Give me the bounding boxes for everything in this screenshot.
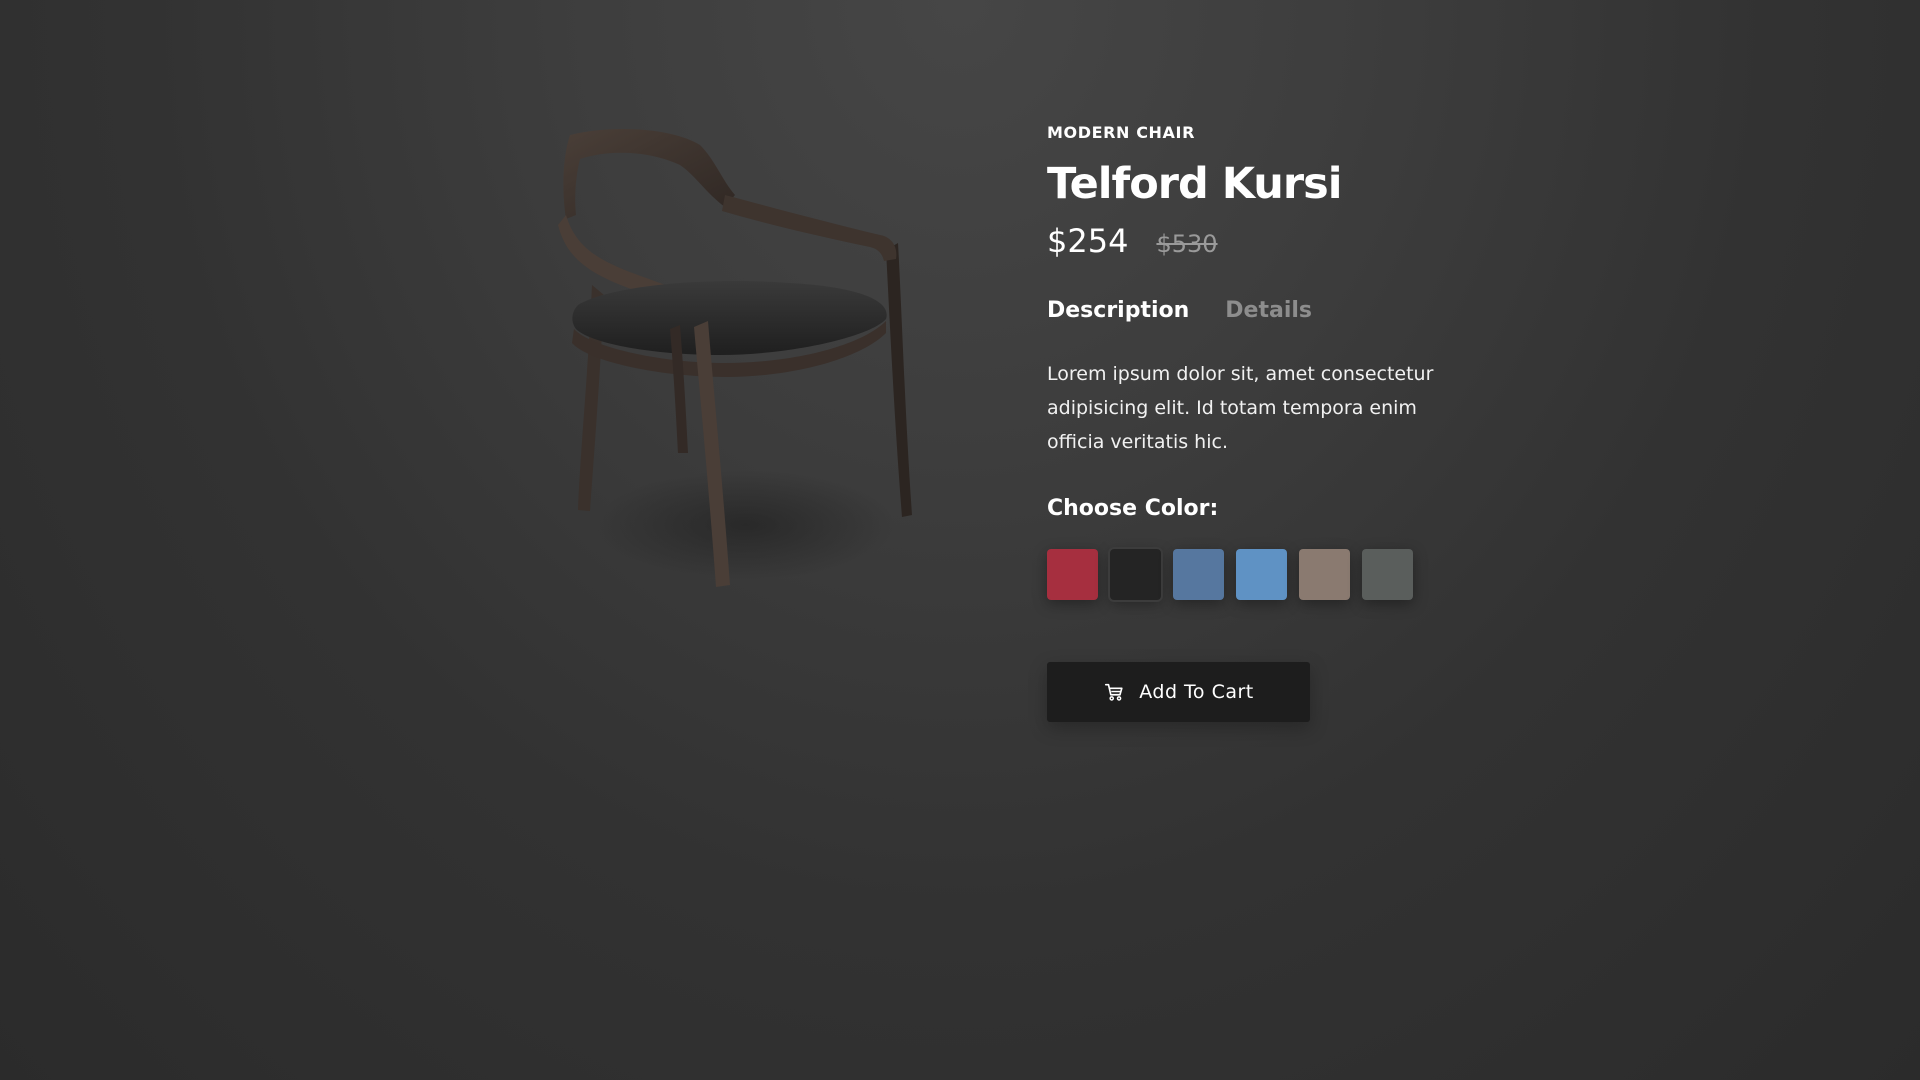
color-swatch-beige[interactable] bbox=[1299, 549, 1350, 600]
product-tabs: Description Details bbox=[1047, 297, 1487, 325]
add-to-cart-label: Add To Cart bbox=[1139, 681, 1254, 703]
product-description: Lorem ipsum dolor sit, amet consectetur … bbox=[1047, 363, 1434, 453]
product-category: MODERN CHAIR bbox=[1047, 123, 1196, 142]
chair-illustration bbox=[558, 129, 912, 587]
product-details: MODERN CHAIR Telford Kursi $254 $530 Des… bbox=[1047, 123, 1487, 722]
color-swatch-red[interactable] bbox=[1047, 549, 1098, 600]
tab-description[interactable]: Description bbox=[1047, 297, 1189, 325]
choose-color-label: Choose Color: bbox=[1047, 496, 1219, 521]
color-swatch-denim-blue[interactable] bbox=[1173, 549, 1224, 600]
product-image bbox=[530, 115, 950, 625]
price-row: $254 $530 bbox=[1047, 221, 1487, 261]
product-title: Telford Kursi bbox=[1047, 159, 1342, 209]
add-to-cart-button[interactable]: Add To Cart bbox=[1047, 662, 1310, 722]
cart-icon bbox=[1105, 683, 1123, 701]
color-swatch-black[interactable] bbox=[1108, 547, 1163, 602]
color-swatch-light-blue[interactable] bbox=[1236, 549, 1287, 600]
color-swatch-gray[interactable] bbox=[1362, 549, 1413, 600]
current-price: $254 bbox=[1047, 222, 1129, 260]
color-swatches bbox=[1047, 547, 1487, 602]
tab-details[interactable]: Details bbox=[1225, 297, 1312, 325]
original-price: $530 bbox=[1156, 230, 1218, 258]
